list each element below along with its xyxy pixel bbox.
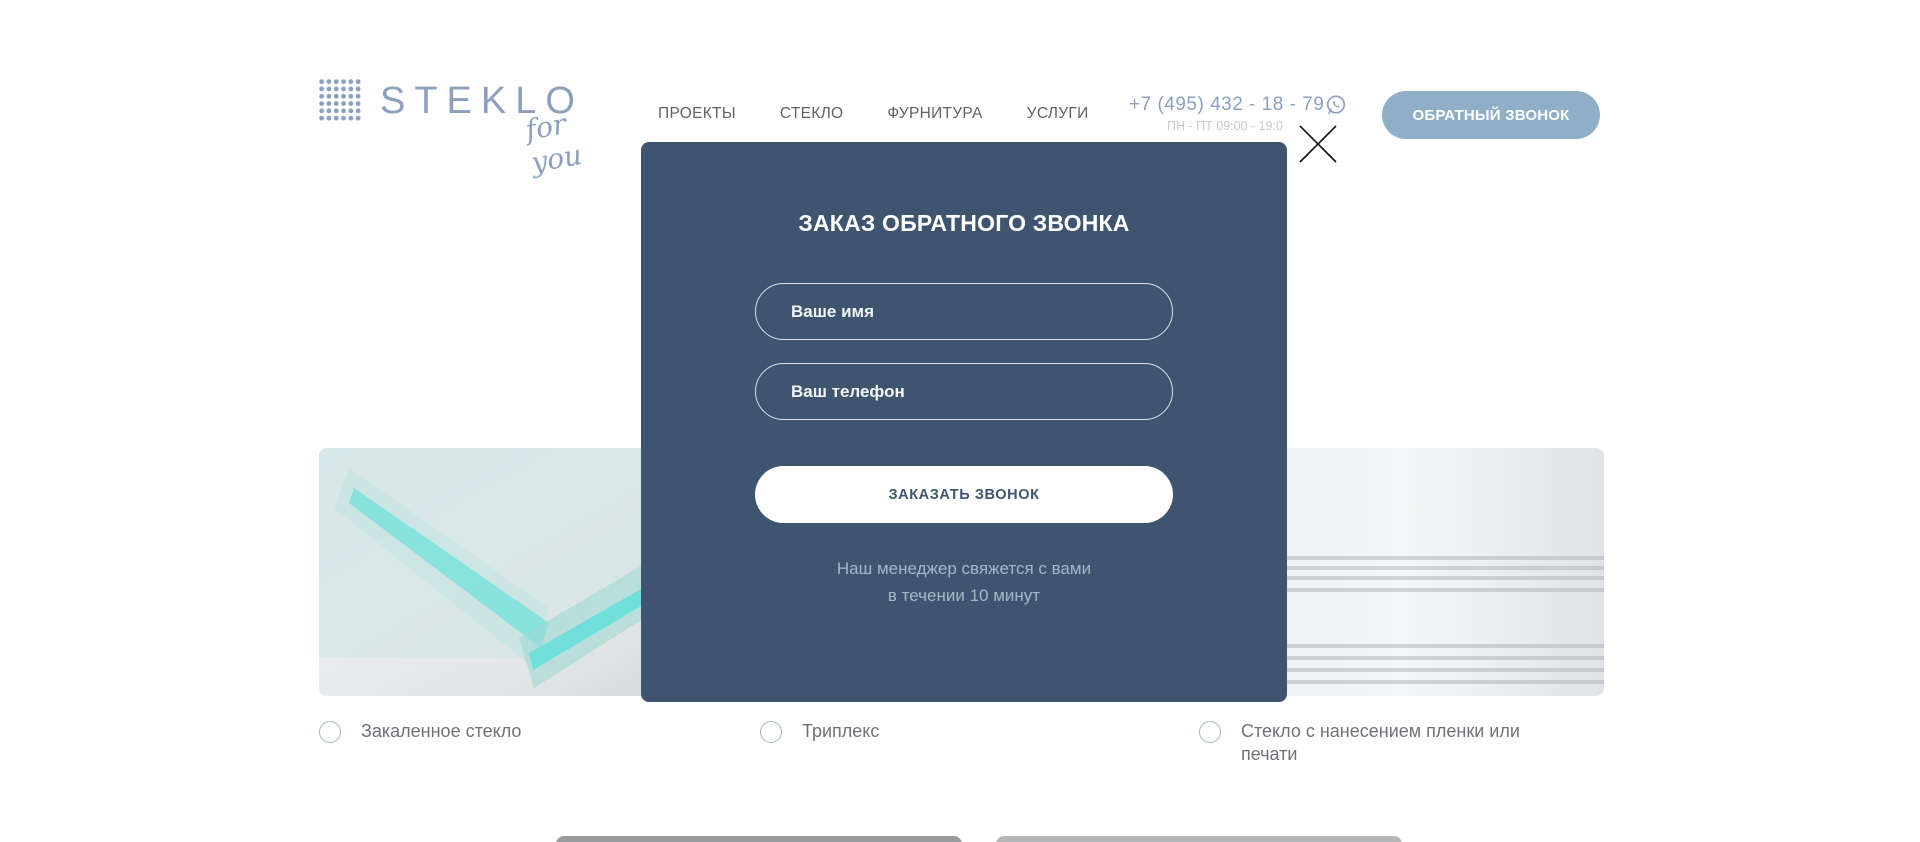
phone-input[interactable] — [791, 381, 1131, 402]
product-label-triplex: Триплекс — [802, 721, 880, 741]
film-glass-image[interactable] — [1270, 448, 1604, 696]
radio-film[interactable] — [1199, 721, 1221, 743]
phone-field[interactable] — [755, 363, 1173, 420]
working-hours: ПН - ПТ 09:00 - 19:0 — [1167, 119, 1283, 133]
main-nav: ПРОЕКТЫ СТЕКЛО ФУРНИТУРА УСЛУГИ — [658, 105, 1089, 123]
nav-item-glass[interactable]: СТЕКЛО — [780, 105, 844, 123]
radio-tempered[interactable] — [319, 721, 341, 743]
callback-button[interactable]: ОБРАТНЫЙ ЗВОНОК — [1382, 91, 1600, 139]
nav-item-hardware[interactable]: ФУРНИТУРА — [887, 105, 982, 123]
nav-item-projects[interactable]: ПРОЕКТЫ — [658, 105, 736, 123]
product-item-tempered[interactable]: Закаленное стекло — [319, 720, 521, 743]
logo-dots-icon — [318, 78, 362, 122]
product-image-bottom-left[interactable] — [556, 836, 962, 842]
product-label-tempered: Закаленное стекло — [361, 721, 522, 741]
radio-triplex[interactable] — [760, 721, 782, 743]
product-item-triplex[interactable]: Триплекс — [760, 720, 879, 743]
nav-item-services[interactable]: УСЛУГИ — [1027, 105, 1089, 123]
product-label-film-line2: печати — [1241, 744, 1298, 764]
whatsapp-icon[interactable] — [1325, 94, 1347, 116]
logo-subtext: for you — [522, 107, 585, 180]
phone-link[interactable]: +7 (495) 432 - 18 - 79 — [1129, 94, 1324, 116]
callback-modal: ЗАКАЗ ОБРАТНОГО ЗВОНКА ЗАКАЗАТЬ ЗВОНОК Н… — [641, 142, 1287, 702]
product-label-film-line1: Стекло с нанесением пленки или — [1241, 721, 1520, 741]
modal-title: ЗАКАЗ ОБРАТНОГО ЗВОНКА — [798, 210, 1130, 236]
modal-note-line1: Наш менеджер свяжется с вами — [836, 559, 1092, 578]
modal-note-line2: в течении 10 минут — [887, 586, 1041, 605]
product-label-film: Стекло с нанесением пленки или печати — [1241, 720, 1520, 766]
name-field[interactable] — [755, 283, 1173, 340]
logo[interactable]: STEKLO for you — [318, 78, 618, 179]
order-call-button[interactable]: ЗАКАЗАТЬ ЗВОНОК — [755, 466, 1173, 523]
product-image-bottom-right[interactable] — [996, 836, 1402, 842]
product-item-film[interactable]: Стекло с нанесением пленки или печати — [1199, 720, 1520, 766]
name-input[interactable] — [791, 301, 1131, 322]
close-icon[interactable] — [1298, 124, 1338, 164]
